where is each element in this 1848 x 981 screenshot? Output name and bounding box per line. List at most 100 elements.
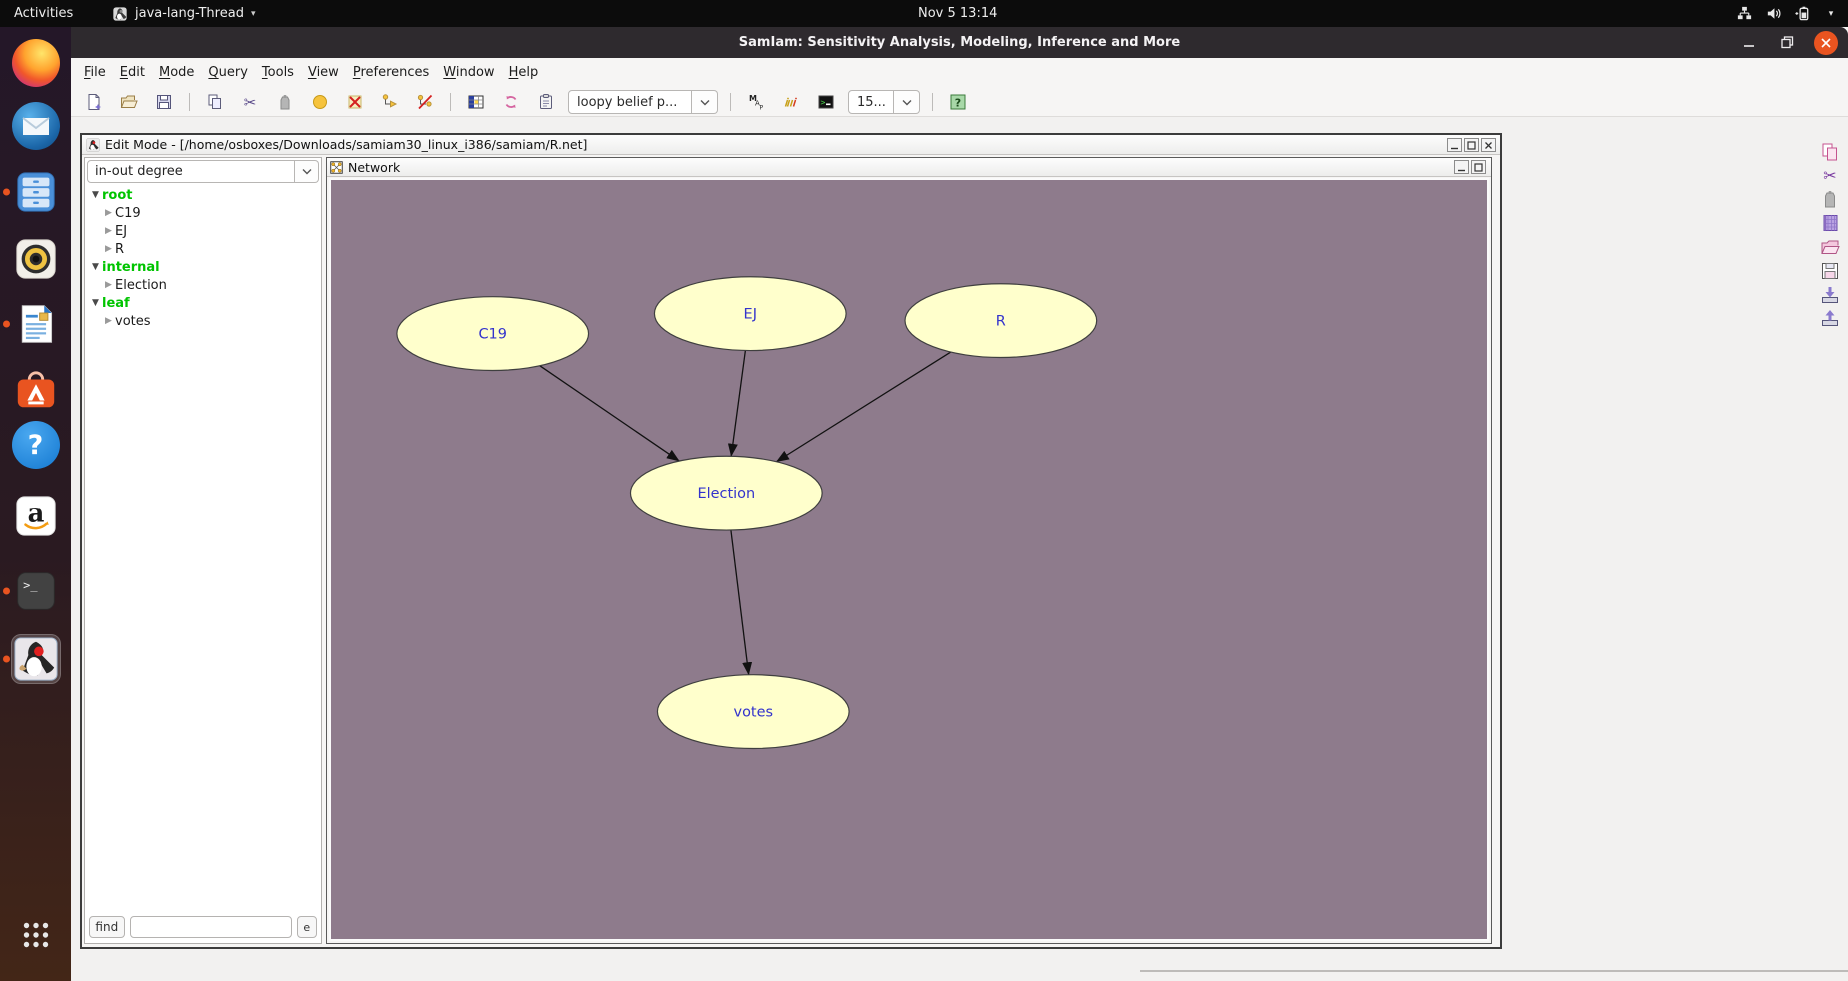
dock-amazon[interactable]: a <box>0 488 71 544</box>
copy-button[interactable] <box>202 90 228 114</box>
cut-button[interactable]: ✂ <box>237 90 263 114</box>
menu-view[interactable]: View <box>301 58 346 88</box>
console-button[interactable]: > <box>813 90 839 114</box>
tree-view-select[interactable]: in-out degree <box>87 160 319 183</box>
expanded-triangle-icon[interactable]: ▼ <box>89 298 102 308</box>
expanded-triangle-icon[interactable]: ▼ <box>89 262 102 272</box>
inference-algorithm-select[interactable]: loopy belief p... <box>568 90 718 114</box>
minimize-button[interactable] <box>1738 32 1760 54</box>
mpe-tool-button[interactable] <box>778 90 804 114</box>
dock-firefox[interactable] <box>0 35 71 91</box>
cut-tool-button[interactable]: ✂ <box>1819 164 1841 186</box>
frame-maximize-button[interactable] <box>1464 138 1479 152</box>
retract-evidence-button[interactable] <box>498 90 524 114</box>
evidence-notebook-button[interactable] <box>1819 212 1841 234</box>
network-node-Election[interactable]: Election <box>630 456 822 530</box>
chevron-down-icon[interactable] <box>692 90 718 114</box>
samiam-java-icon <box>13 636 59 682</box>
dock-thunderbird[interactable] <box>0 98 71 154</box>
network-minimize-button[interactable] <box>1454 160 1469 174</box>
collapsed-triangle-icon[interactable]: ▶ <box>102 208 115 218</box>
find-aux-button[interactable]: e <box>297 916 317 938</box>
network-maximize-button[interactable] <box>1471 160 1486 174</box>
tree-group-root[interactable]: ▼root <box>85 186 321 204</box>
find-button[interactable]: find <box>89 916 125 938</box>
network-canvas[interactable]: C19 EJ R Election votes <box>329 178 1489 941</box>
map-tool-button[interactable]: MAP <box>743 90 769 114</box>
chevron-down-icon[interactable] <box>894 90 920 114</box>
system-status-area[interactable]: ▾ <box>1733 0 1842 27</box>
help-button[interactable]: ? <box>945 90 971 114</box>
menu-help[interactable]: Help <box>502 58 546 88</box>
edit-frame-titlebar[interactable]: Edit Mode - [/home/osboxes/Downloads/sam… <box>82 135 1500 155</box>
tree-node-EJ[interactable]: ▶EJ <box>85 222 321 240</box>
chevron-down-icon[interactable] <box>295 160 319 183</box>
clock[interactable]: Nov 5 13:14 <box>918 0 997 27</box>
delete-node-button[interactable] <box>342 90 368 114</box>
network-node-EJ[interactable]: EJ <box>654 277 846 351</box>
network-node-votes[interactable]: votes <box>657 675 849 749</box>
tree-node-C19[interactable]: ▶C19 <box>85 204 321 222</box>
paste-button[interactable] <box>272 90 298 114</box>
toolbar-separator <box>730 93 731 111</box>
create-edge-button[interactable] <box>377 90 403 114</box>
collapsed-triangle-icon[interactable]: ▶ <box>102 316 115 326</box>
collapsed-triangle-icon[interactable]: ▶ <box>102 244 115 254</box>
tree-node-votes[interactable]: ▶votes <box>85 312 321 330</box>
window-titlebar[interactable]: SamIam: Sensitivity Analysis, Modeling, … <box>71 27 1848 58</box>
network-frame-title: Network <box>348 160 400 175</box>
paste-tool-button[interactable] <box>1819 188 1841 210</box>
dock-show-applications[interactable] <box>0 907 71 963</box>
restore-button[interactable] <box>1776 32 1798 54</box>
frame-minimize-button[interactable] <box>1447 138 1462 152</box>
dock-ubuntu-software[interactable] <box>0 362 71 418</box>
edge-R-Election[interactable] <box>776 352 950 462</box>
tree-group-leaf[interactable]: ▼leaf <box>85 294 321 312</box>
network-frame-titlebar[interactable]: Network <box>327 158 1491 177</box>
menu-mode[interactable]: Mode <box>152 58 201 88</box>
menu-edit[interactable]: Edit <box>113 58 152 88</box>
tree-node-Election[interactable]: ▶Election <box>85 276 321 294</box>
frame-close-button[interactable] <box>1481 138 1496 152</box>
close-button[interactable] <box>1814 31 1838 55</box>
activities-button[interactable]: Activities <box>14 0 73 27</box>
menu-tools[interactable]: Tools <box>255 58 301 88</box>
find-input[interactable] <box>130 916 292 938</box>
network-node-R[interactable]: R <box>905 284 1097 358</box>
edit-cpt-button[interactable] <box>463 90 489 114</box>
collapsed-triangle-icon[interactable]: ▶ <box>102 280 115 290</box>
instantiation-clipboard-button[interactable] <box>533 90 559 114</box>
gray-paste-icon <box>1820 189 1840 209</box>
copy-tool-button[interactable] <box>1819 141 1841 163</box>
dock-terminal[interactable]: >_ <box>0 563 71 619</box>
import-icon <box>1820 285 1840 305</box>
edge-C19-Election[interactable] <box>540 366 680 461</box>
save-network-button[interactable] <box>151 90 177 114</box>
dock-help[interactable]: ? <box>0 417 71 473</box>
edge-EJ-Election[interactable] <box>731 351 745 457</box>
save-instantiation-button[interactable] <box>1819 260 1841 282</box>
edge-Election-votes[interactable] <box>731 530 749 675</box>
export-instantiation-button[interactable] <box>1819 307 1841 329</box>
menu-file[interactable]: File <box>77 58 113 88</box>
expanded-triangle-icon[interactable]: ▼ <box>89 190 102 200</box>
dock-files[interactable] <box>0 164 71 220</box>
create-node-button[interactable] <box>307 90 333 114</box>
zoom-select[interactable]: 15... <box>848 90 920 114</box>
dock-libreoffice-writer[interactable] <box>0 296 71 352</box>
menu-query[interactable]: Query <box>201 58 255 88</box>
delete-edge-button[interactable] <box>412 90 438 114</box>
network-node-C19[interactable]: C19 <box>397 297 589 371</box>
import-instantiation-button[interactable] <box>1819 284 1841 306</box>
dock-rhythmbox[interactable] <box>0 231 71 287</box>
menu-window[interactable]: Window <box>436 58 501 88</box>
tree-node-R[interactable]: ▶R <box>85 240 321 258</box>
collapsed-triangle-icon[interactable]: ▶ <box>102 226 115 236</box>
app-menu-button[interactable]: java-lang-Thread ▾ <box>112 0 255 27</box>
tree-group-internal[interactable]: ▼internal <box>85 258 321 276</box>
open-instantiation-button[interactable] <box>1819 236 1841 258</box>
open-network-button[interactable] <box>116 90 142 114</box>
menu-preferences[interactable]: Preferences <box>346 58 436 88</box>
new-network-button[interactable] <box>81 90 107 114</box>
dock-samiam-java[interactable] <box>0 631 71 687</box>
